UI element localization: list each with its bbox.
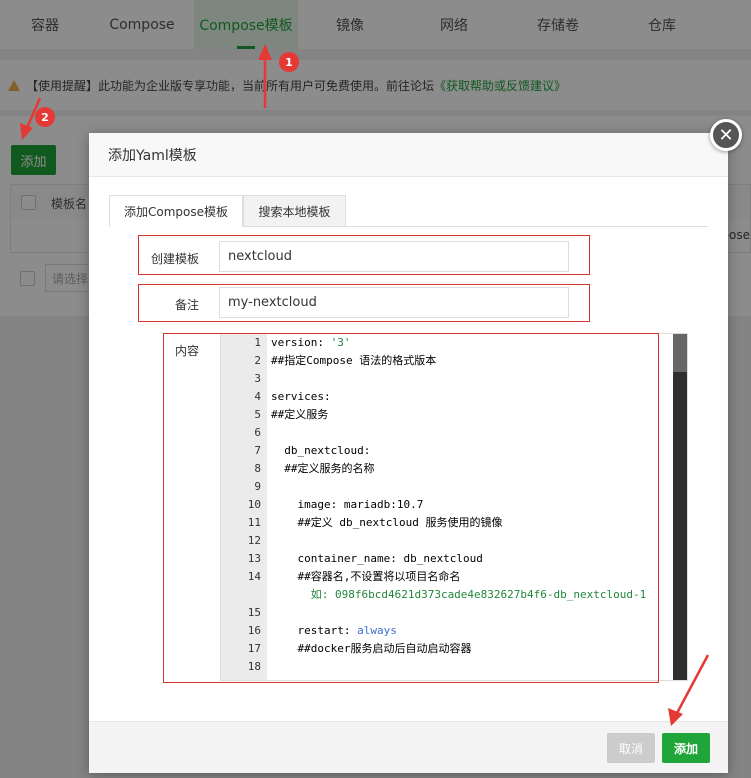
step-badge-2: 2: [35, 107, 55, 127]
arrow-1: [258, 44, 272, 108]
annotation-arrows: [20, 44, 710, 726]
step-badge-1: 1: [279, 52, 299, 72]
arrow-3: [668, 654, 710, 726]
